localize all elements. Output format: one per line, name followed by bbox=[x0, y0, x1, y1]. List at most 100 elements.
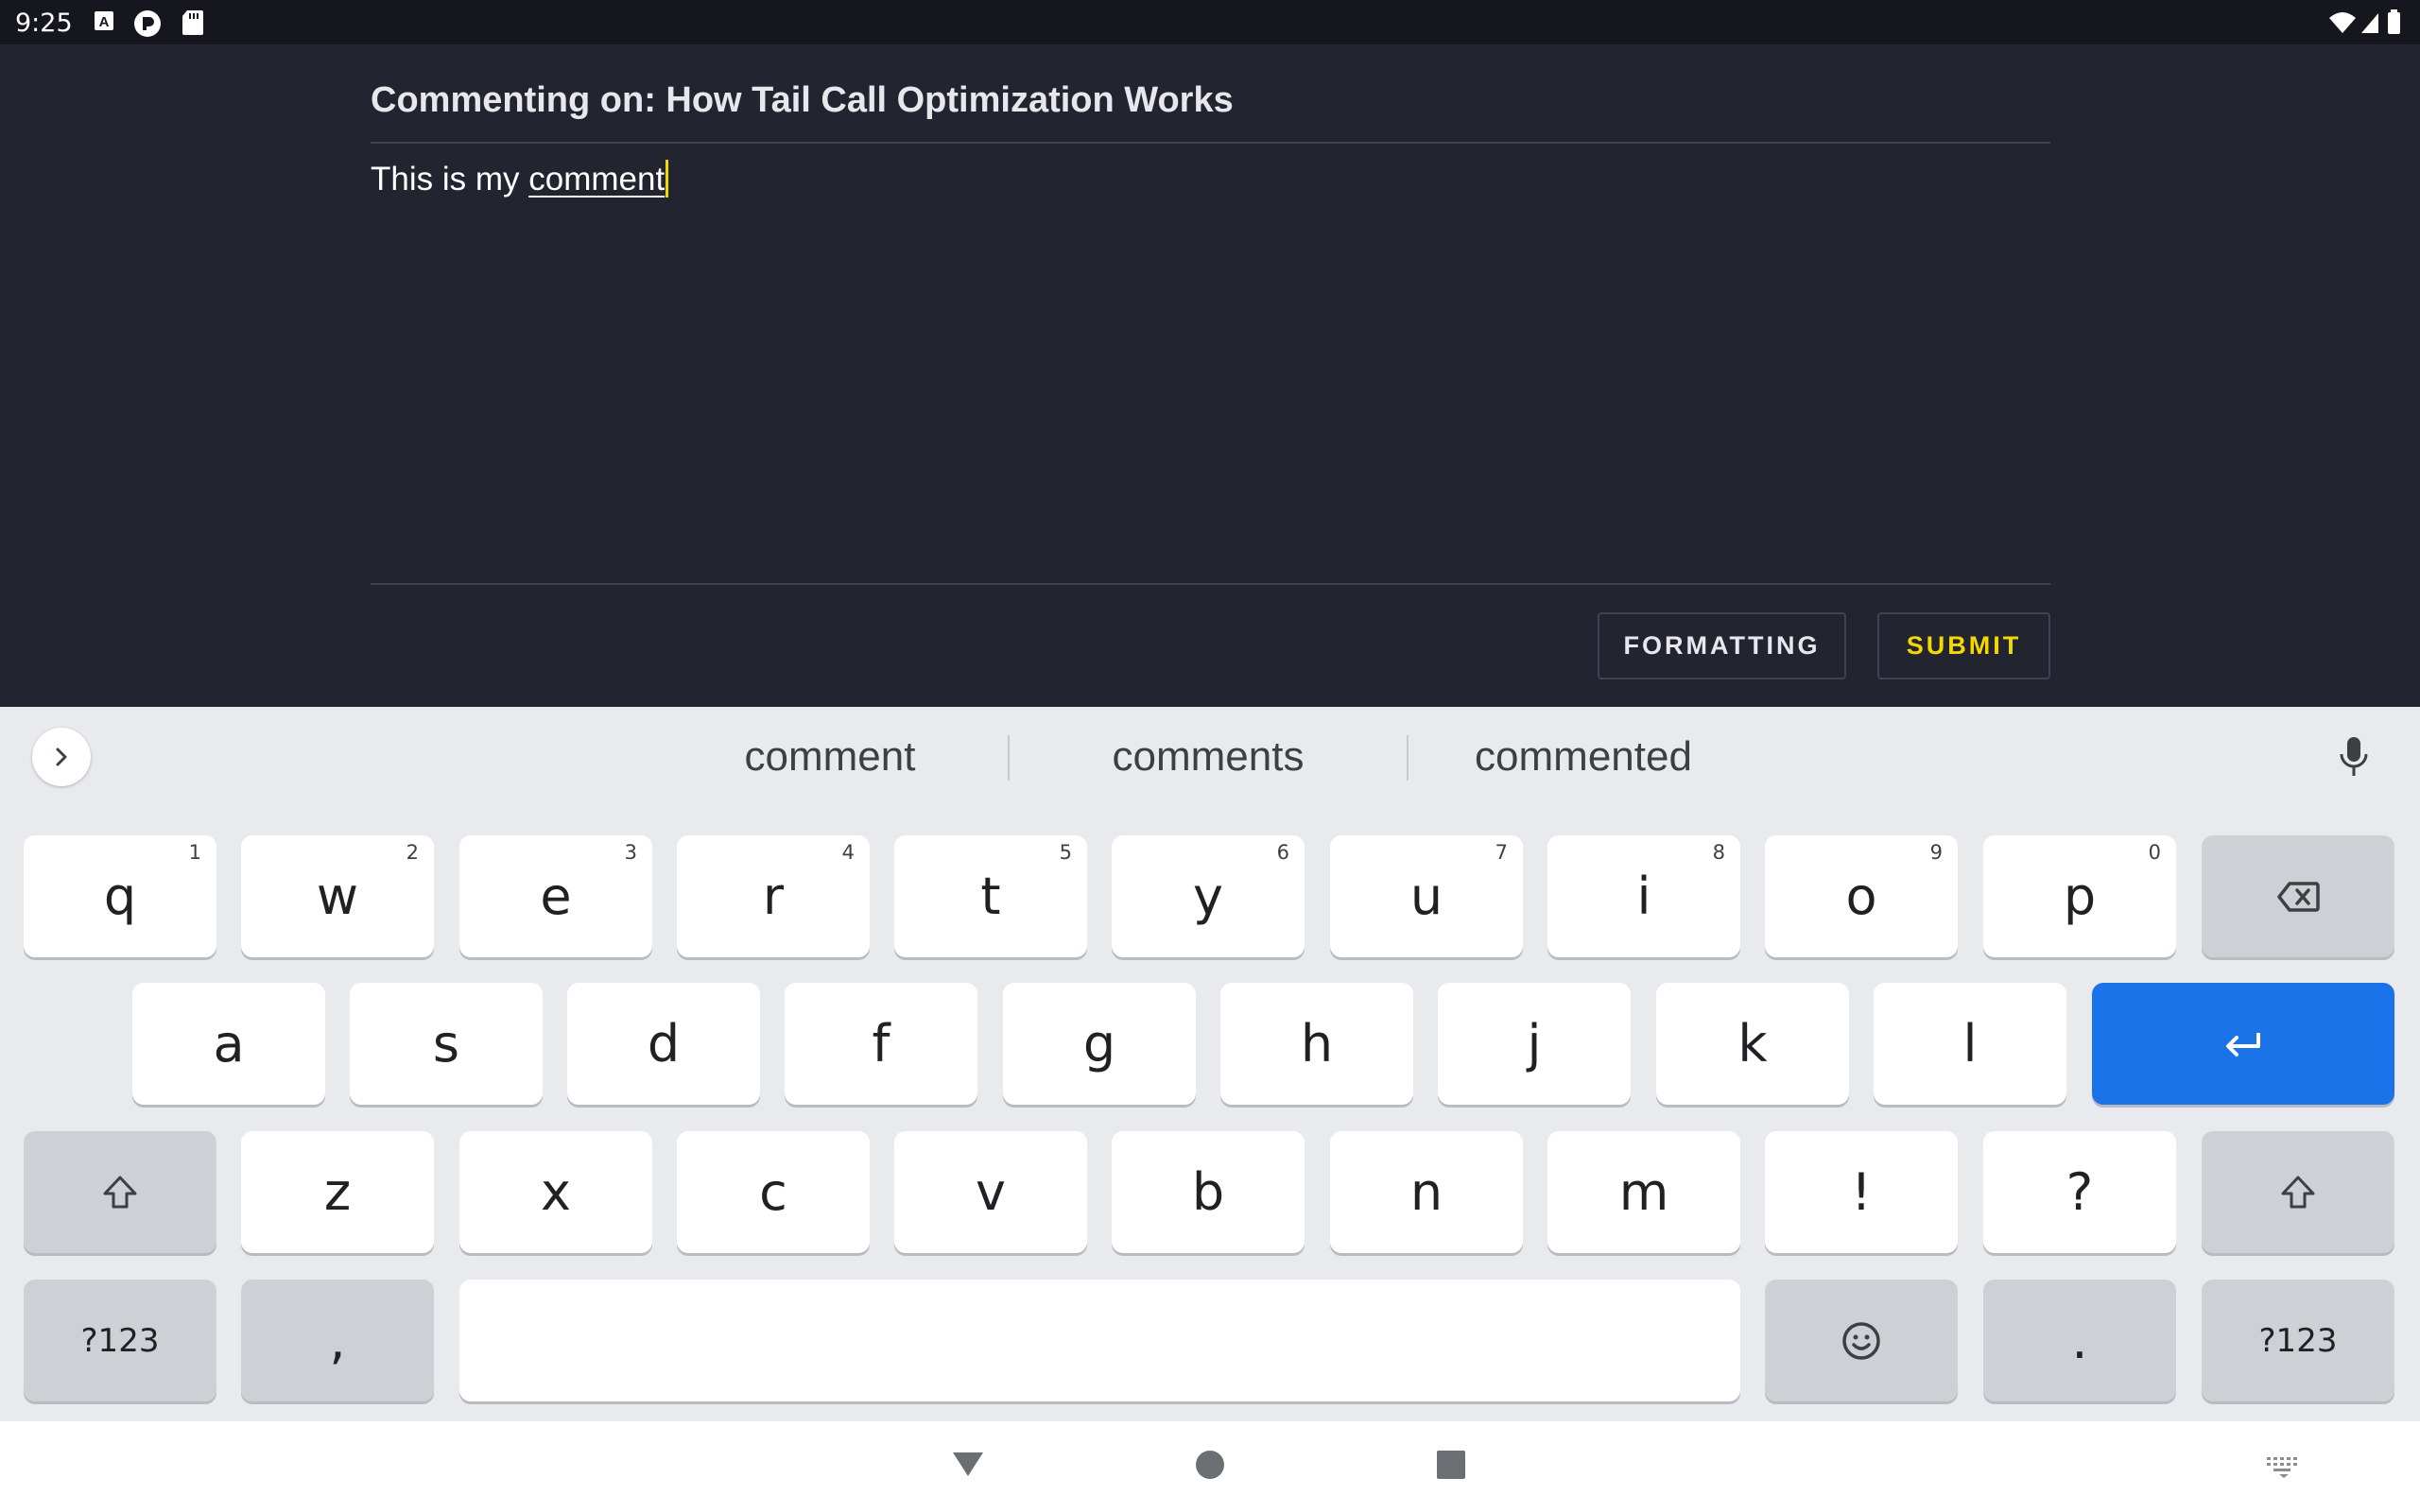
status-right-icons bbox=[2327, 9, 2403, 41]
page-title: Commenting on: How Tail Call Optimizatio… bbox=[371, 80, 1234, 120]
battery-icon bbox=[2388, 12, 2400, 34]
key-x[interactable]: x bbox=[459, 1131, 652, 1253]
key-o[interactable]: o9 bbox=[1765, 835, 1958, 957]
navigation-bar bbox=[0, 1421, 2420, 1512]
key-hint: 0 bbox=[2148, 841, 2161, 864]
key-c[interactable]: c bbox=[677, 1131, 870, 1253]
suggestion-2[interactable]: comments bbox=[1066, 733, 1350, 781]
key-u[interactable]: u7 bbox=[1330, 835, 1523, 957]
key-q[interactable]: q1 bbox=[24, 835, 216, 957]
key-h[interactable]: h bbox=[1220, 983, 1413, 1105]
key-i[interactable]: i8 bbox=[1547, 835, 1740, 957]
expand-toolbar-button[interactable] bbox=[32, 728, 91, 786]
key-label: u bbox=[1409, 867, 1443, 926]
key-hint: 5 bbox=[1059, 841, 1072, 864]
suggestion-separator bbox=[1407, 735, 1409, 781]
signal-icon bbox=[2361, 13, 2378, 33]
microphone-icon bbox=[2340, 737, 2368, 776]
key-comma[interactable]: , bbox=[241, 1280, 434, 1401]
key-hint: 4 bbox=[841, 841, 855, 864]
key-b[interactable]: b bbox=[1112, 1131, 1305, 1253]
key-j[interactable]: j bbox=[1438, 983, 1631, 1105]
back-icon[interactable] bbox=[951, 1450, 985, 1483]
text-caret bbox=[666, 160, 669, 198]
key-label: i bbox=[1636, 867, 1651, 926]
key-label: t bbox=[980, 867, 1001, 926]
key-label: e bbox=[540, 867, 572, 926]
backspace-key[interactable] bbox=[2202, 835, 2394, 957]
key-label: q bbox=[103, 867, 137, 926]
key-z[interactable]: z bbox=[241, 1131, 434, 1253]
svg-text:A: A bbox=[99, 14, 110, 30]
enter-icon bbox=[2226, 1032, 2260, 1057]
sd-card-icon bbox=[182, 9, 204, 41]
key-hint: 7 bbox=[1495, 841, 1508, 864]
key-e[interactable]: e3 bbox=[459, 835, 652, 957]
divider bbox=[371, 583, 2050, 585]
suggestion-bar: comment comments commented bbox=[0, 707, 2420, 811]
key-hint: 6 bbox=[1276, 841, 1289, 864]
key-exclamation[interactable]: ! bbox=[1765, 1131, 1958, 1253]
submit-button[interactable]: SUBMIT bbox=[1877, 612, 2050, 679]
suggestion-3[interactable]: commented bbox=[1456, 733, 1711, 781]
status-bar: 9:25 A bbox=[0, 0, 2420, 44]
key-m[interactable]: m bbox=[1547, 1131, 1740, 1253]
circle-p-icon bbox=[133, 9, 162, 43]
wifi-icon bbox=[2329, 9, 2400, 34]
key-label: p bbox=[2063, 867, 2097, 926]
chevron-right-icon bbox=[56, 747, 67, 766]
key-hint: 2 bbox=[406, 841, 419, 864]
key-a[interactable]: a bbox=[132, 983, 325, 1105]
key-n[interactable]: n bbox=[1330, 1131, 1523, 1253]
shift-key-left[interactable] bbox=[24, 1131, 216, 1253]
backspace-icon bbox=[2277, 881, 2320, 912]
emoji-icon bbox=[1842, 1321, 1880, 1360]
key-label: w bbox=[316, 867, 359, 926]
enter-key[interactable] bbox=[2092, 983, 2394, 1105]
space-key[interactable] bbox=[459, 1280, 1740, 1401]
emoji-key[interactable] bbox=[1765, 1280, 1958, 1401]
key-period[interactable]: . bbox=[1983, 1280, 2176, 1401]
key-hint: 1 bbox=[188, 841, 201, 864]
comment-text-composing: comment bbox=[528, 161, 666, 198]
comment-text: This is my comment bbox=[371, 160, 669, 198]
key-v[interactable]: v bbox=[894, 1131, 1087, 1253]
key-label: r bbox=[762, 867, 785, 926]
key-r[interactable]: r4 bbox=[677, 835, 870, 957]
home-icon[interactable] bbox=[1195, 1450, 1225, 1485]
divider bbox=[371, 142, 2050, 144]
key-label: y bbox=[1193, 867, 1223, 926]
key-s[interactable]: s bbox=[350, 983, 543, 1105]
suggestion-1[interactable]: comment bbox=[718, 733, 942, 781]
formatting-button[interactable]: FORMATTING bbox=[1598, 612, 1846, 679]
keyboard-switch-icon[interactable] bbox=[2267, 1455, 2301, 1483]
status-time: 9:25 bbox=[15, 9, 73, 38]
recents-icon[interactable] bbox=[1437, 1451, 1465, 1484]
shift-key-right[interactable] bbox=[2202, 1131, 2394, 1253]
key-hint: 3 bbox=[624, 841, 637, 864]
key-g[interactable]: g bbox=[1003, 983, 1196, 1105]
key-label: o bbox=[1845, 867, 1877, 926]
symbols-key-right[interactable]: ?123 bbox=[2202, 1280, 2394, 1401]
shift-icon bbox=[2281, 1176, 2315, 1208]
comment-text-plain: This is my bbox=[371, 161, 529, 198]
key-w[interactable]: w2 bbox=[241, 835, 434, 957]
symbols-key-left[interactable]: ?123 bbox=[24, 1280, 216, 1401]
key-y[interactable]: y6 bbox=[1112, 835, 1305, 957]
key-question[interactable]: ? bbox=[1983, 1131, 2176, 1253]
key-k[interactable]: k bbox=[1656, 983, 1849, 1105]
key-d[interactable]: d bbox=[567, 983, 760, 1105]
soft-keyboard: comment comments commented q1 w2 e3 r4 t… bbox=[0, 707, 2420, 1421]
key-hint: 9 bbox=[1929, 841, 1943, 864]
key-hint: 8 bbox=[1712, 841, 1725, 864]
a-box-icon: A bbox=[93, 9, 115, 37]
key-l[interactable]: l bbox=[1874, 983, 2066, 1105]
key-p[interactable]: p0 bbox=[1983, 835, 2176, 957]
comment-input[interactable]: This is my comment bbox=[371, 160, 2050, 583]
suggestion-separator bbox=[1008, 735, 1010, 781]
comment-screen: Commenting on: How Tail Call Optimizatio… bbox=[0, 44, 2420, 707]
shift-icon bbox=[103, 1176, 137, 1208]
microphone-button[interactable] bbox=[2337, 735, 2371, 785]
key-f[interactable]: f bbox=[785, 983, 977, 1105]
key-t[interactable]: t5 bbox=[894, 835, 1087, 957]
